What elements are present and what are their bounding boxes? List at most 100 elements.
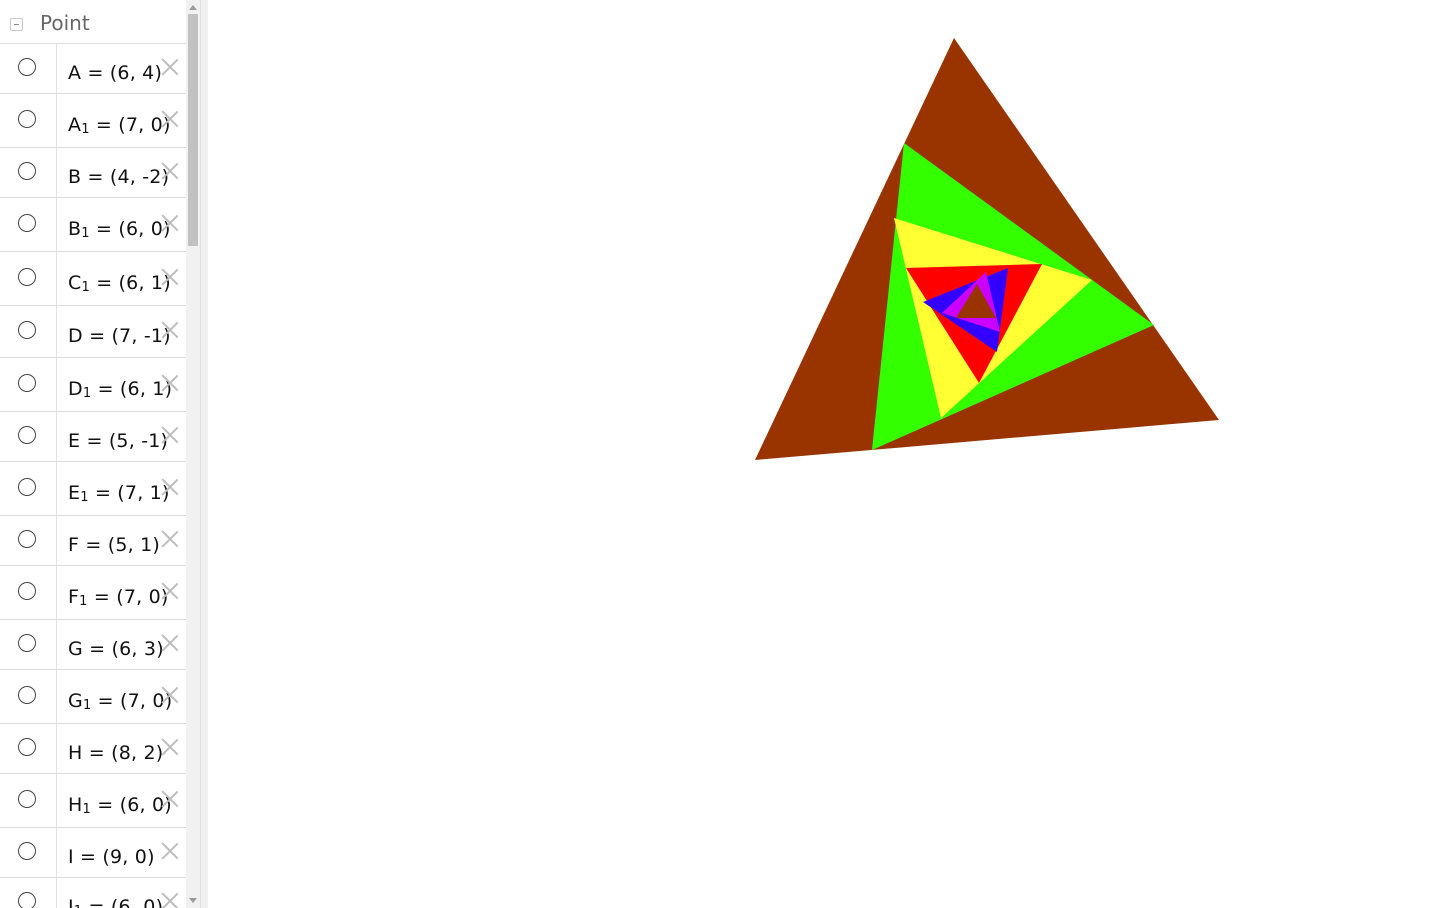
view-splitter[interactable] bbox=[200, 0, 208, 908]
point-value: = (5, -1) bbox=[80, 430, 169, 452]
point-definition[interactable]: H = (8, 2) bbox=[68, 742, 163, 764]
delete-icon[interactable] bbox=[160, 684, 180, 704]
point-value: = (6, 4) bbox=[81, 62, 163, 84]
algebra-row[interactable]: C1 = (6, 1) bbox=[0, 252, 186, 306]
point-definition[interactable]: H1 = (6, 0) bbox=[68, 794, 172, 817]
point-definition[interactable]: A1 = (7, 0) bbox=[68, 114, 171, 137]
algebra-row[interactable]: A = (6, 4) bbox=[0, 44, 186, 94]
point-value: = (7, 0) bbox=[89, 114, 171, 136]
algebra-row[interactable]: F1 = (7, 0) bbox=[0, 566, 186, 620]
delete-icon[interactable] bbox=[160, 108, 180, 128]
row-divider bbox=[56, 620, 57, 669]
point-definition[interactable]: B1 = (6, 0) bbox=[68, 218, 171, 241]
algebra-row[interactable]: D = (7, -1) bbox=[0, 306, 186, 358]
scrollbar[interactable] bbox=[186, 0, 200, 908]
point-definition[interactable]: D1 = (6, 1) bbox=[68, 378, 172, 401]
visibility-toggle[interactable] bbox=[18, 214, 36, 232]
delete-icon[interactable] bbox=[160, 212, 180, 232]
point-subscript: 1 bbox=[82, 386, 92, 401]
row-divider bbox=[56, 412, 57, 461]
point-definition[interactable]: E = (5, -1) bbox=[68, 430, 168, 452]
delete-icon[interactable] bbox=[160, 580, 180, 600]
point-definition[interactable]: G = (6, 3) bbox=[68, 638, 164, 660]
delete-icon[interactable] bbox=[160, 632, 180, 652]
point-definition[interactable]: G1 = (7, 0) bbox=[68, 690, 172, 713]
point-value: = (4, -2) bbox=[81, 166, 170, 188]
algebra-row[interactable]: G = (6, 3) bbox=[0, 620, 186, 670]
visibility-toggle[interactable] bbox=[18, 842, 36, 860]
visibility-toggle[interactable] bbox=[18, 58, 36, 76]
scroll-thumb[interactable] bbox=[188, 14, 198, 246]
point-subscript: 1 bbox=[81, 122, 90, 137]
point-subscript: 1 bbox=[82, 698, 92, 713]
point-definition[interactable]: A = (6, 4) bbox=[68, 62, 162, 84]
graphics-canvas[interactable] bbox=[208, 0, 1448, 908]
algebra-row[interactable]: F = (5, 1) bbox=[0, 516, 186, 566]
visibility-toggle[interactable] bbox=[18, 738, 36, 756]
visibility-toggle[interactable] bbox=[18, 790, 36, 808]
point-definition[interactable]: I1 = (6, 0) bbox=[68, 896, 163, 908]
algebra-row[interactable]: I = (9, 0) bbox=[0, 828, 186, 878]
delete-icon[interactable] bbox=[160, 424, 180, 444]
row-divider bbox=[56, 828, 57, 877]
algebra-row[interactable]: A1 = (7, 0) bbox=[0, 94, 186, 148]
algebra-row[interactable]: E = (5, -1) bbox=[0, 412, 186, 462]
delete-icon[interactable] bbox=[160, 160, 180, 180]
row-divider bbox=[56, 306, 57, 357]
scroll-up-icon[interactable] bbox=[189, 5, 197, 10]
algebra-row[interactable]: H = (8, 2) bbox=[0, 724, 186, 774]
point-subscript: 1 bbox=[74, 904, 82, 908]
point-definition[interactable]: E1 = (7, 1) bbox=[68, 482, 170, 505]
algebra-rows: A = (6, 4) A1 = (7, 0) B = (4, -2) B1 = (6,… bbox=[0, 44, 186, 908]
point-definition[interactable]: I = (9, 0) bbox=[68, 846, 155, 868]
point-name: A bbox=[68, 114, 82, 136]
scroll-down-icon[interactable] bbox=[189, 898, 197, 903]
algebra-row[interactable]: B = (4, -2) bbox=[0, 148, 186, 198]
row-divider bbox=[56, 516, 57, 565]
visibility-toggle[interactable] bbox=[18, 478, 36, 496]
delete-icon[interactable] bbox=[160, 56, 180, 76]
delete-icon[interactable] bbox=[160, 736, 180, 756]
algebra-row[interactable]: H1 = (6, 0) bbox=[0, 774, 186, 828]
delete-icon[interactable] bbox=[160, 372, 180, 392]
algebra-row[interactable]: D1 = (6, 1) bbox=[0, 358, 186, 412]
algebra-row[interactable]: E1 = (7, 1) bbox=[0, 462, 186, 516]
delete-icon[interactable] bbox=[160, 890, 180, 908]
point-value: = (6, 0) bbox=[82, 896, 164, 908]
visibility-toggle[interactable] bbox=[18, 892, 36, 908]
delete-icon[interactable] bbox=[160, 266, 180, 286]
point-definition[interactable]: D = (7, -1) bbox=[68, 325, 171, 347]
algebra-row[interactable]: B1 = (6, 0) bbox=[0, 198, 186, 252]
point-definition[interactable]: F1 = (7, 0) bbox=[68, 586, 169, 609]
delete-icon[interactable] bbox=[160, 476, 180, 496]
delete-icon[interactable] bbox=[160, 319, 180, 339]
graphics-view[interactable] bbox=[208, 0, 1448, 908]
delete-icon[interactable] bbox=[160, 840, 180, 860]
visibility-toggle[interactable] bbox=[18, 321, 36, 339]
visibility-toggle[interactable] bbox=[18, 686, 36, 704]
visibility-toggle[interactable] bbox=[18, 110, 36, 128]
delete-icon[interactable] bbox=[160, 788, 180, 808]
point-definition[interactable]: C1 = (6, 1) bbox=[68, 272, 171, 295]
row-divider bbox=[56, 148, 57, 197]
visibility-toggle[interactable] bbox=[18, 268, 36, 286]
collapse-icon[interactable] bbox=[10, 18, 23, 31]
point-definition[interactable]: F = (5, 1) bbox=[68, 534, 160, 556]
point-subscript: 1 bbox=[81, 280, 90, 295]
point-name: B bbox=[68, 166, 82, 188]
row-divider bbox=[56, 94, 57, 147]
visibility-toggle[interactable] bbox=[18, 162, 36, 180]
point-subscript: 1 bbox=[82, 802, 91, 817]
point-name: F bbox=[68, 586, 80, 608]
group-header[interactable]: Point bbox=[0, 0, 186, 44]
algebra-row[interactable]: I1 = (6, 0) bbox=[0, 878, 186, 908]
point-definition[interactable]: B = (4, -2) bbox=[68, 166, 169, 188]
visibility-toggle[interactable] bbox=[18, 530, 36, 548]
visibility-toggle[interactable] bbox=[18, 582, 36, 600]
visibility-toggle[interactable] bbox=[18, 374, 36, 392]
visibility-toggle[interactable] bbox=[18, 634, 36, 652]
point-value: = (6, 3) bbox=[82, 638, 164, 660]
visibility-toggle[interactable] bbox=[18, 426, 36, 444]
algebra-row[interactable]: G1 = (7, 0) bbox=[0, 670, 186, 724]
delete-icon[interactable] bbox=[160, 528, 180, 548]
